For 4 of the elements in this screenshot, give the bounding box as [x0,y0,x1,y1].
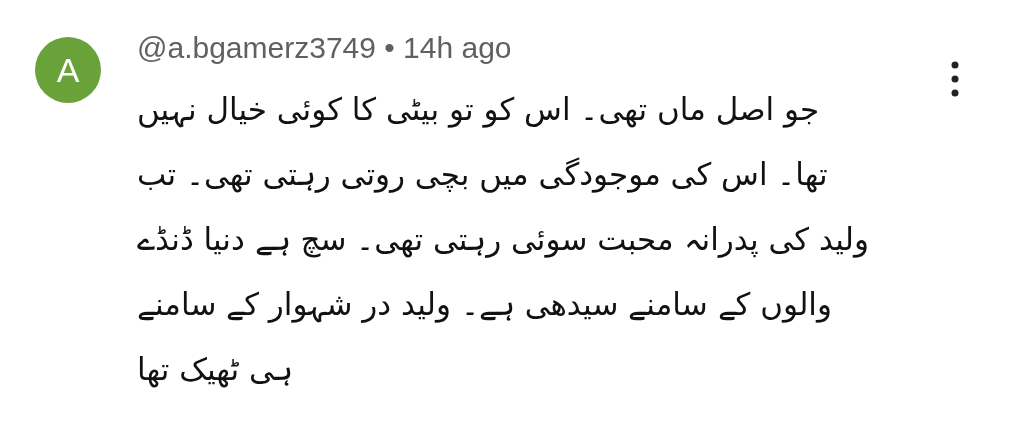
more-options-icon[interactable] [949,59,961,99]
comment-byline: @a.bgamerz3749 • 14h ago [137,33,513,63]
comment-text: جو اصل ماں تھی۔ اس کو تو بیٹی کا کوئی خیال نہیں تھا۔ اس کی موجودگی میں بچی روتی رہتی تھی۔ تب ولید کی پدرانہ محبت سوئی رہتی تھی۔ سچ ہے دنیا ڈنڈے والوں کے سامنے سیدھی ہے۔ ولید در شہوار کے سامنے ہی ٹھیک تھا [137,90,870,390]
avatar[interactable]: A [35,37,101,103]
